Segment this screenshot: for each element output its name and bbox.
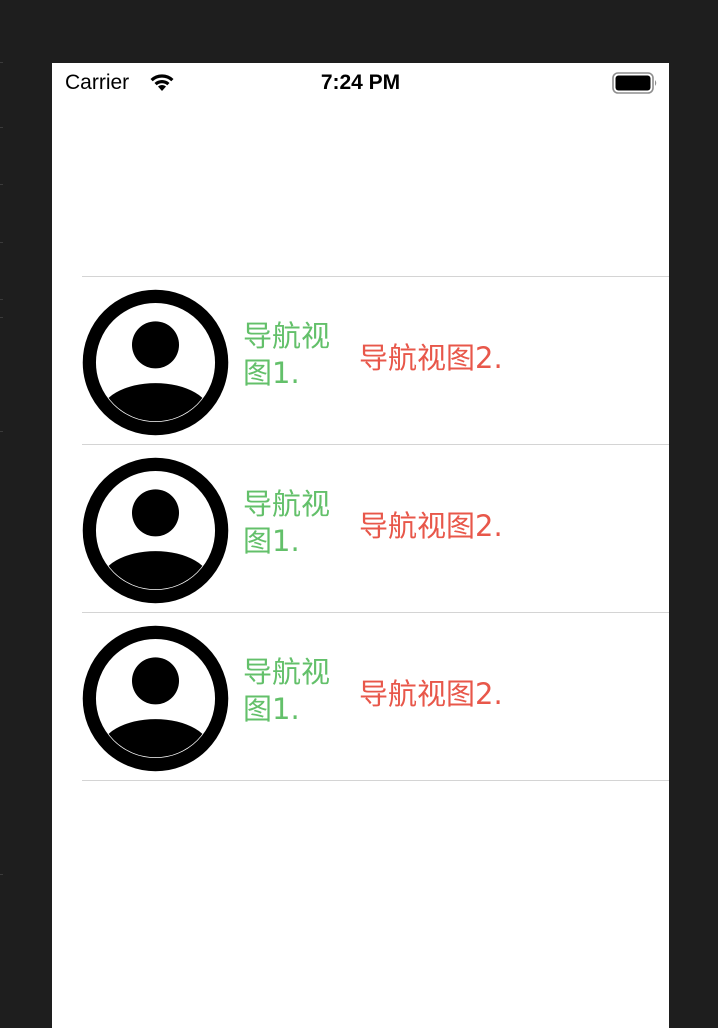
window-edge-mark (0, 317, 3, 318)
window-edge-mark (0, 299, 3, 300)
phone-screen: Carrier 7:24 PM 导航视图1. 导航视图2. 导航视图1. 导航视… (52, 63, 669, 1028)
nav-view-1-label: 导航视图1. (243, 655, 331, 726)
table-row[interactable]: 导航视图1. 导航视图2. (82, 612, 669, 781)
person-circle-icon (82, 289, 229, 436)
status-bar: Carrier 7:24 PM (52, 63, 669, 103)
window-edge-mark (0, 62, 3, 63)
table-view[interactable]: 导航视图1. 导航视图2. 导航视图1. 导航视图2. 导航视图1. 导航视图2… (82, 276, 669, 781)
window-edge-mark (0, 431, 3, 432)
table-row[interactable]: 导航视图1. 导航视图2. (82, 276, 669, 444)
nav-view-1-label: 导航视图1. (243, 487, 331, 558)
person-circle-icon (82, 625, 229, 772)
clock: 7:24 PM (320, 71, 401, 94)
nav-view-2-label: 导航视图2. (359, 509, 503, 543)
window-edge-mark (0, 184, 3, 185)
window-edge-mark (0, 127, 3, 128)
table-row[interactable]: 导航视图1. 导航视图2. (82, 444, 669, 612)
battery-icon (612, 72, 657, 94)
nav-view-2-label: 导航视图2. (359, 341, 503, 375)
nav-view-1-label: 导航视图1. (243, 319, 331, 390)
nav-view-2-label: 导航视图2. (359, 677, 503, 711)
window-edge-mark (0, 874, 3, 875)
person-circle-icon (82, 457, 229, 604)
simulator-window: Carrier 7:24 PM 导航视图1. 导航视图2. 导航视图1. 导航视… (0, 0, 718, 1028)
window-edge-mark (0, 242, 3, 243)
